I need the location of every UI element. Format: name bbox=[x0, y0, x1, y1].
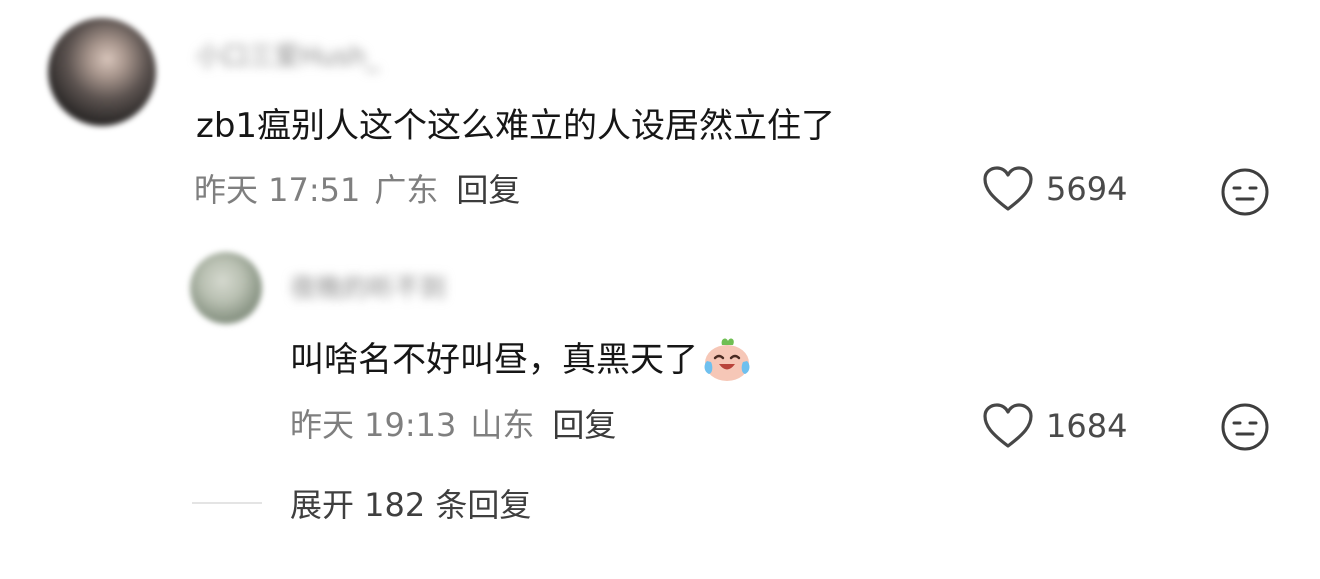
reply-meta: 昨天 19:13 山东 回复 bbox=[290, 400, 616, 446]
like-count: 5694 bbox=[1046, 170, 1128, 208]
divider-line bbox=[192, 502, 262, 504]
reply-like-button[interactable]: 1684 bbox=[982, 402, 1127, 450]
reply-text-row: 叫啥名不好叫昼，真黑天了 bbox=[290, 332, 754, 387]
crying-laughing-emoji bbox=[704, 337, 750, 381]
reply-button[interactable]: 回复 bbox=[456, 165, 520, 211]
like-button[interactable]: 5694 bbox=[982, 165, 1127, 213]
comment-time: 昨天 17:51 bbox=[194, 171, 361, 209]
reply-time: 昨天 19:13 bbox=[290, 406, 457, 444]
neutral-face-icon[interactable] bbox=[1220, 167, 1270, 217]
reply-avatar[interactable] bbox=[190, 252, 262, 324]
reply-like-count: 1684 bbox=[1046, 407, 1128, 445]
reply-text: 叫啥名不好叫昼，真黑天了 bbox=[290, 340, 698, 380]
reply-author-name[interactable]: 夜晚的听不到 bbox=[290, 268, 446, 305]
heart-outline-icon bbox=[983, 403, 1033, 448]
comment-text: zb1瘟别人这个这么难立的人设居然立住了 bbox=[196, 106, 836, 146]
comment-meta: 昨天 17:51 广东 回复 bbox=[194, 165, 520, 211]
expand-replies-row[interactable]: 展开 182 条回复 bbox=[192, 480, 531, 526]
avatar[interactable] bbox=[48, 18, 156, 126]
reply-location: 山东 bbox=[470, 406, 535, 444]
reply-to-reply-button[interactable]: 回复 bbox=[552, 400, 616, 446]
expand-replies-button[interactable]: 展开 182 条回复 bbox=[290, 480, 531, 526]
comment-location: 广东 bbox=[374, 171, 439, 209]
author-name[interactable]: 小口三爱Hush_ bbox=[196, 36, 379, 73]
neutral-face-icon[interactable] bbox=[1220, 402, 1270, 452]
heart-outline-icon bbox=[983, 166, 1033, 211]
